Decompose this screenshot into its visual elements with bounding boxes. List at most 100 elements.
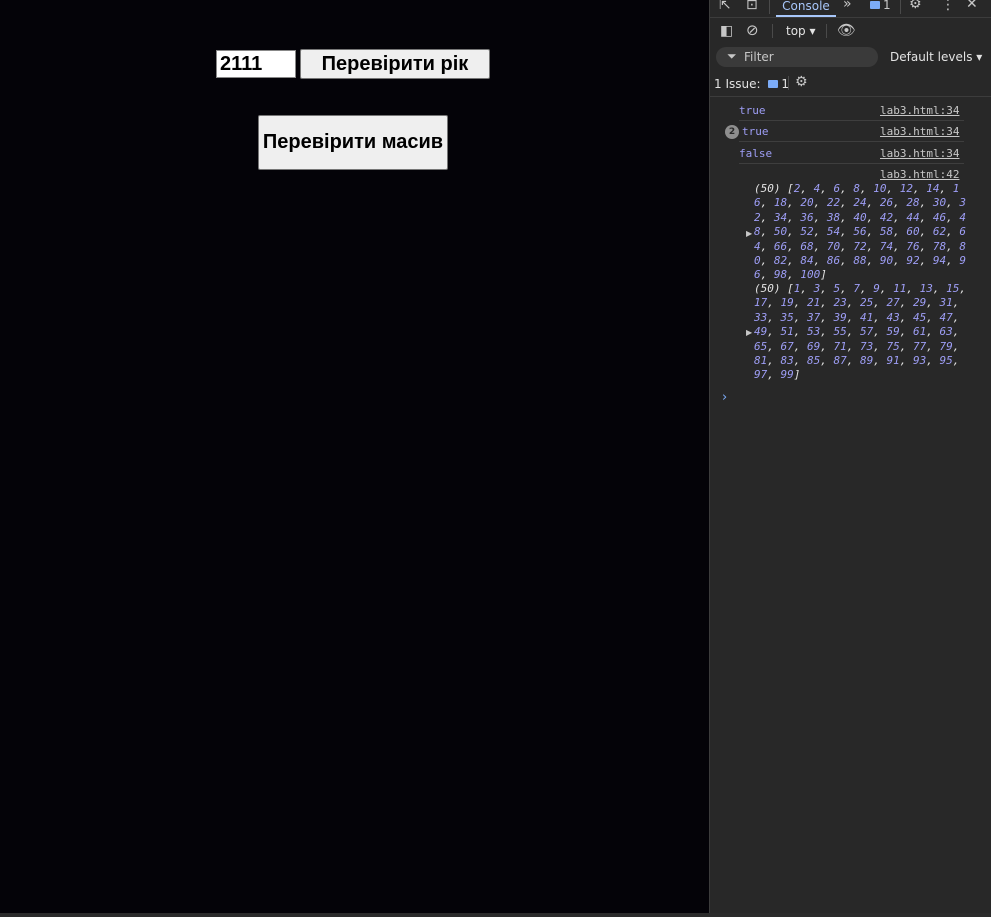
log-levels-dropdown[interactable]: Default levels ▾ xyxy=(890,50,982,64)
array-separator: , xyxy=(793,296,807,310)
expand-triangle-icon[interactable]: ▶ xyxy=(746,328,752,337)
issues-badge-count: 1 xyxy=(883,0,891,12)
array-value: 70 xyxy=(826,239,841,253)
message-divider xyxy=(739,141,964,142)
inspect-element-icon[interactable]: ⇱ xyxy=(719,0,731,12)
array-value: 42 xyxy=(879,210,894,224)
array-separator: , xyxy=(767,368,781,382)
expand-triangle-icon[interactable]: ▶ xyxy=(746,229,752,238)
array-value: 38 xyxy=(826,210,841,224)
array-value: 88 xyxy=(853,254,867,268)
array-value: 91 xyxy=(886,354,900,368)
even-array-output[interactable]: (50) [2, 4, 6, 8, 10, 12, 14, 16, 18, 20… xyxy=(754,182,966,283)
array-value: 46 xyxy=(932,210,947,224)
more-options-icon[interactable]: ⋮ xyxy=(941,0,955,12)
array-separator: , xyxy=(952,354,960,368)
issues-icon xyxy=(768,79,779,88)
close-devtools-icon[interactable]: ✕ xyxy=(966,0,978,11)
array-separator: , xyxy=(813,210,827,224)
array-value: 44 xyxy=(906,210,920,224)
array-separator: , xyxy=(846,354,860,368)
array-separator: , xyxy=(946,225,960,239)
array-separator: , xyxy=(939,182,953,195)
array-prefix: (50) [ xyxy=(754,282,794,295)
array-separator: , xyxy=(787,210,801,224)
source-link[interactable]: lab3.html:34 xyxy=(880,147,959,160)
array-separator: , xyxy=(926,325,940,339)
console-prompt-icon[interactable]: › xyxy=(722,390,727,405)
array-separator: , xyxy=(952,325,960,339)
source-link[interactable]: lab3.html:42 xyxy=(880,168,959,181)
array-value: 19 xyxy=(780,296,794,310)
array-value: 57 xyxy=(860,325,874,339)
array-separator: , xyxy=(893,254,907,268)
device-toolbar-icon[interactable]: ⊡ xyxy=(746,0,758,12)
message-divider xyxy=(739,120,964,121)
issues-counter[interactable]: 1 xyxy=(870,0,891,12)
settings-gear-icon[interactable]: ⚙ xyxy=(909,0,922,11)
array-separator: , xyxy=(787,254,801,268)
message-divider xyxy=(739,163,964,164)
console-settings-gear-icon[interactable]: ⚙ xyxy=(795,75,808,89)
array-separator: , xyxy=(787,268,801,282)
array-value: 28 xyxy=(906,196,920,210)
array-value: 78 xyxy=(932,239,947,253)
array-separator: , xyxy=(873,339,887,353)
array-separator: , xyxy=(846,310,860,324)
array-separator: , xyxy=(866,196,880,210)
array-separator: , xyxy=(893,225,907,239)
source-link[interactable]: lab3.html:34 xyxy=(880,125,959,138)
page-viewport: Перевірити рік Перевірити масив xyxy=(0,0,709,913)
tabbar-border xyxy=(710,17,991,18)
array-separator: , xyxy=(946,254,960,268)
array-separator: , xyxy=(820,325,834,339)
array-value: 13 xyxy=(919,282,933,295)
check-array-button[interactable]: Перевірити масив xyxy=(258,115,448,170)
sidebar-toggle-icon[interactable]: ◧ xyxy=(720,24,733,38)
array-value: 20 xyxy=(800,196,814,210)
array-separator: , xyxy=(767,310,781,324)
check-year-button[interactable]: Перевірити рік xyxy=(300,49,490,79)
array-separator: , xyxy=(846,339,860,353)
issues-bar[interactable]: 1 Issue: 1 xyxy=(714,77,789,91)
array-value: 34 xyxy=(773,210,788,224)
array-separator: , xyxy=(873,296,887,310)
filter-input[interactable]: ⏷ Filter xyxy=(716,47,878,67)
array-value: 85 xyxy=(807,354,821,368)
array-value: 23 xyxy=(833,296,847,310)
clear-console-icon[interactable]: ⊘ xyxy=(746,23,759,38)
year-input[interactable] xyxy=(216,50,296,78)
more-tabs-icon[interactable]: » xyxy=(843,0,852,11)
array-separator: , xyxy=(932,282,947,295)
array-separator: , xyxy=(926,354,940,368)
array-separator: , xyxy=(846,296,860,310)
context-selector[interactable]: top ▾ xyxy=(786,24,816,38)
array-value: 36 xyxy=(800,210,814,224)
array-separator: , xyxy=(952,296,960,310)
array-separator: , xyxy=(793,354,807,368)
array-separator: , xyxy=(793,325,807,339)
array-value: 17 xyxy=(754,296,768,310)
array-separator: , xyxy=(860,182,874,195)
array-value: 54 xyxy=(826,225,841,239)
array-separator: , xyxy=(899,296,913,310)
live-expression-eye-icon[interactable]: 👁 xyxy=(837,23,856,38)
array-value: 65 xyxy=(754,339,768,353)
array-separator: , xyxy=(866,225,880,239)
array-separator: , xyxy=(846,325,860,339)
array-separator: , xyxy=(906,282,920,295)
array-prefix: (50) [ xyxy=(754,182,794,195)
filter-funnel-icon: ⏷ xyxy=(727,49,737,63)
array-value: 97 xyxy=(754,368,768,382)
array-separator: , xyxy=(952,339,960,353)
array-separator: , xyxy=(820,296,834,310)
array-value: 49 xyxy=(754,325,768,339)
array-separator: , xyxy=(760,225,774,239)
array-value: 39 xyxy=(833,310,847,324)
array-value: 94 xyxy=(932,254,947,268)
array-separator: , xyxy=(767,339,781,353)
array-value: 12 xyxy=(899,182,913,195)
source-link[interactable]: lab3.html:34 xyxy=(880,104,959,117)
odd-array-output[interactable]: (50) [1, 3, 5, 7, 9, 11, 13, 15, 17, 19,… xyxy=(754,282,966,383)
array-value: 100 xyxy=(800,268,821,282)
